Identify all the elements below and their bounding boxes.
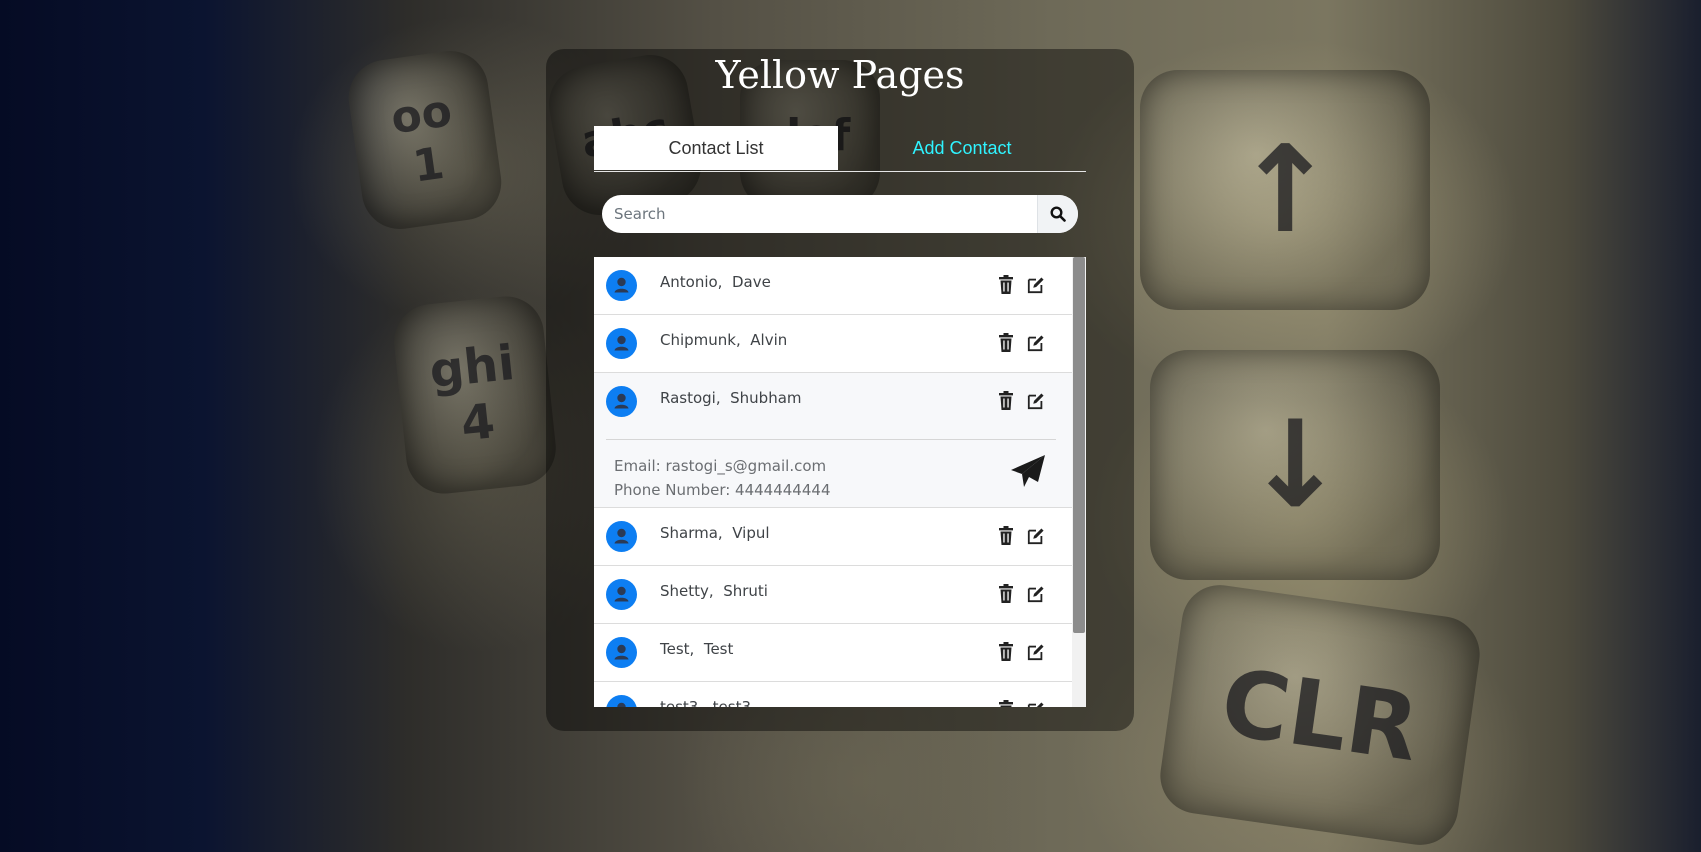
user-icon [614, 528, 629, 544]
list-item[interactable]: Shetty, Shruti [594, 566, 1072, 624]
search-input[interactable] [602, 195, 1036, 233]
trash-icon[interactable] [997, 391, 1015, 411]
background-key: ↓ [1150, 350, 1440, 580]
contact-name: Chipmunk, Alvin [660, 331, 788, 349]
yellow-pages-panel: Yellow Pages Contact List Add Contact An… [546, 49, 1134, 731]
tab-contact-list[interactable]: Contact List [594, 126, 838, 170]
contact-email: Email: rastogi_s@gmail.com [614, 457, 827, 475]
tab-bar: Contact List Add Contact [594, 126, 1086, 172]
contact-name: Rastogi, Shubham [660, 389, 802, 407]
contact-phone: Phone Number: 4444444444 [614, 481, 831, 499]
contact-name: test3, test3 [660, 698, 752, 707]
user-icon [614, 335, 629, 351]
avatar [606, 386, 637, 417]
user-icon [614, 393, 629, 409]
trash-icon[interactable] [997, 526, 1015, 546]
edit-icon[interactable] [1027, 700, 1045, 707]
trash-icon[interactable] [997, 642, 1015, 662]
edit-icon[interactable] [1027, 275, 1045, 295]
search-bar [602, 195, 1078, 233]
list-item[interactable]: test3, test3 [594, 682, 1072, 707]
user-icon [614, 644, 629, 660]
list-item-expanded[interactable]: Rastogi, Shubham Email: rastogi_s@gmail.… [594, 373, 1072, 508]
list-item[interactable]: Antonio, Dave [594, 257, 1072, 315]
scrollbar-thumb[interactable] [1073, 257, 1085, 633]
trash-icon[interactable] [997, 333, 1015, 353]
user-icon [617, 702, 626, 707]
list-item[interactable]: Test, Test [594, 624, 1072, 682]
edit-icon[interactable] [1027, 333, 1045, 353]
list-item[interactable]: Sharma, Vipul [594, 508, 1072, 566]
edit-icon[interactable] [1027, 391, 1045, 411]
avatar [606, 579, 637, 610]
edit-icon[interactable] [1027, 584, 1045, 604]
background-key: oo 1 [343, 46, 507, 234]
avatar [606, 695, 637, 707]
user-icon [614, 586, 629, 602]
background-key: ↑ [1140, 70, 1430, 310]
scrollbar-track[interactable] [1072, 257, 1086, 707]
search-icon [1050, 206, 1066, 222]
detail-divider [606, 439, 1056, 440]
contact-name: Test, Test [660, 640, 734, 658]
avatar [606, 521, 637, 552]
avatar [606, 328, 637, 359]
avatar [606, 637, 637, 668]
search-button[interactable] [1037, 195, 1078, 233]
trash-icon[interactable] [997, 700, 1015, 707]
list-item[interactable]: Chipmunk, Alvin [594, 315, 1072, 373]
avatar [606, 270, 637, 301]
tab-add-contact[interactable]: Add Contact [840, 126, 1084, 170]
edit-icon[interactable] [1027, 642, 1045, 662]
trash-icon[interactable] [997, 275, 1015, 295]
contact-list-items: Antonio, Dave Chipmunk, Alvin Rastogi, S… [594, 257, 1072, 707]
user-icon [614, 277, 629, 293]
contact-list: Antonio, Dave Chipmunk, Alvin Rastogi, S… [594, 257, 1086, 707]
paper-plane-icon[interactable] [1010, 454, 1046, 488]
contact-name: Shetty, Shruti [660, 582, 768, 600]
background-key: ghi 4 [390, 292, 560, 498]
edit-icon[interactable] [1027, 526, 1045, 546]
app-title: Yellow Pages [715, 53, 965, 97]
background-key: CLR [1155, 580, 1485, 850]
contact-name: Antonio, Dave [660, 273, 771, 291]
contact-name: Sharma, Vipul [660, 524, 770, 542]
trash-icon[interactable] [997, 584, 1015, 604]
